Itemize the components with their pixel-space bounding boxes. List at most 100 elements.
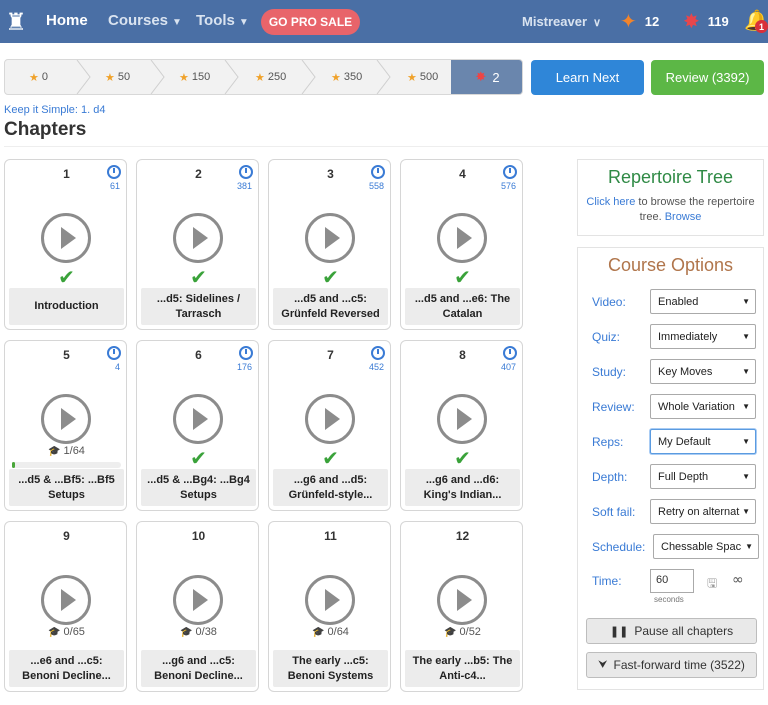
graduation-cap-icon: 🎓: [444, 627, 457, 638]
caret-down-icon: ▼: [745, 542, 753, 551]
star-icon: ★: [407, 70, 417, 84]
fast-forward-button[interactable]: ⮟ Fast-forward time (3522): [586, 652, 757, 678]
option-select[interactable]: My Default ▼: [650, 429, 756, 454]
nav-home[interactable]: Home: [46, 12, 88, 29]
option-select[interactable]: Full Depth ▼: [650, 464, 756, 489]
chapter-progress: 🎓 1/64: [5, 445, 128, 457]
chapter-card[interactable]: 10 🎓 0/38 ...g6 and ...c5: Benoni Decline..…: [136, 521, 259, 692]
play-icon[interactable]: [437, 394, 487, 444]
play-icon[interactable]: [41, 394, 91, 444]
points-stat[interactable]: ✸ 119: [683, 9, 729, 33]
chapter-number: 10: [191, 529, 206, 543]
seconds-label: seconds: [654, 595, 684, 604]
graduation-cap-icon: 🎓: [48, 627, 61, 638]
chapter-title: ...g6 and ...c5: Benoni Decline...: [141, 650, 256, 687]
chapter-count: 381: [236, 181, 252, 191]
play-icon[interactable]: [41, 213, 91, 263]
chapter-title: ...d5 & ...Bf5: ...Bf5 Setups: [9, 469, 124, 506]
play-icon[interactable]: [173, 394, 223, 444]
play-icon[interactable]: [305, 213, 355, 263]
step-label: 0: [41, 71, 48, 83]
chevron-down-icon: ∨: [593, 17, 602, 29]
chapter-card[interactable]: 7 452 ✔ ...g6 and ...d5: Grünfeld-style...: [268, 340, 391, 511]
repertoire-tree-text: Click here to browse the repertoire tree…: [578, 195, 763, 225]
option-select[interactable]: Whole Variation ▼: [650, 394, 756, 419]
chapter-number: 9: [63, 529, 70, 543]
clock-icon: [239, 346, 253, 360]
chapter-card[interactable]: 3 558 ✔ ...d5 and ...c5: Grünfeld Reversed: [268, 159, 391, 330]
chapter-card[interactable]: 9 🎓 0/65 ...e6 and ...c5: Benoni Decline...: [4, 521, 127, 692]
step-label: 150: [191, 71, 211, 83]
caret-down-icon: ▼: [742, 297, 750, 306]
save-icon[interactable]: 🖫: [707, 574, 717, 595]
progress-bar-track: [12, 462, 121, 468]
caret-down-icon: ▼: [238, 17, 249, 28]
option-select[interactable]: Immediately ▼: [650, 324, 756, 349]
top-nav: ♜ Home Courses ▼ Tools ▼ GO PRO SALE Mistr…: [0, 0, 768, 43]
step-label: 500: [419, 71, 439, 83]
option-select[interactable]: Chessable Spac ▼: [653, 534, 759, 559]
chapter-title: Introduction: [9, 288, 124, 325]
nav-courses[interactable]: Courses ▼: [108, 12, 182, 29]
option-value: Whole Variation: [658, 400, 735, 413]
option-label: Soft fail:: [592, 505, 636, 519]
chapter-count: 576: [500, 181, 516, 191]
chapter-card[interactable]: 6 176 ✔ ...d5 & ...Bg4: ...Bg4 Setups: [136, 340, 259, 511]
play-icon[interactable]: [437, 213, 487, 263]
time-input[interactable]: 60: [650, 569, 694, 593]
chapter-count: 61: [109, 181, 120, 191]
chapter-card[interactable]: 5 4 🎓 1/64 ...d5 & ...Bf5: ...Bf5 Setups: [4, 340, 127, 511]
option-select[interactable]: Key Moves ▼: [650, 359, 756, 384]
clock-icon: [503, 165, 517, 179]
play-icon[interactable]: [305, 394, 355, 444]
clock-icon: [503, 346, 517, 360]
fast-forward-label: Fast-forward time (3522): [613, 658, 745, 672]
chapter-card[interactable]: 2 381 ✔ ...d5: Sidelines / Tarrasch: [136, 159, 259, 330]
chapter-count: 407: [500, 362, 516, 372]
pause-all-button[interactable]: ❚❚ Pause all chapters: [586, 618, 757, 644]
chapter-title: ...g6 and ...d5: Grünfeld-style...: [273, 469, 388, 506]
star-icon: ★: [331, 70, 341, 84]
current-level-value: 2: [492, 69, 500, 85]
play-icon[interactable]: [305, 575, 355, 625]
chapter-title: ...g6 and ...d6: King's Indian...: [405, 469, 520, 506]
checkmark-icon: ✔: [454, 446, 471, 470]
option-select[interactable]: Retry on alternat ▼: [650, 499, 756, 524]
caret-down-icon: ▼: [742, 507, 750, 516]
checkmark-icon: ✔: [190, 446, 207, 470]
caret-down-icon: ▼: [172, 17, 182, 28]
play-icon[interactable]: [173, 575, 223, 625]
play-icon[interactable]: [41, 575, 91, 625]
caret-down-icon: ▼: [742, 472, 750, 481]
chess-rook-logo-icon[interactable]: ♜: [2, 0, 30, 43]
browse-link[interactable]: Browse: [665, 211, 702, 223]
chapter-card[interactable]: 8 407 ✔ ...g6 and ...d6: King's Indian...: [400, 340, 523, 511]
chapter-title: The early ...c5: Benoni Systems: [273, 650, 388, 687]
option-select[interactable]: Enabled ▼: [650, 289, 756, 314]
chapter-card[interactable]: 1 61 ✔ Introduction: [4, 159, 127, 330]
option-label: Video:: [592, 295, 626, 309]
step-250: ★ 250: [255, 60, 286, 94]
user-menu[interactable]: Mistreaver ∨: [522, 14, 601, 29]
option-value: Retry on alternat: [658, 505, 740, 518]
checkmark-icon: ✔: [190, 265, 207, 289]
nav-tools[interactable]: Tools ▼: [196, 12, 249, 29]
play-icon[interactable]: [437, 575, 487, 625]
progress-bar-fill: [12, 462, 15, 468]
infinity-icon[interactable]: ∞: [732, 572, 744, 588]
checkmark-icon: ✔: [454, 265, 471, 289]
chapter-card[interactable]: 11 🎓 0/64 The early ...c5: Benoni Systems: [268, 521, 391, 692]
chapter-card[interactable]: 4 576 ✔ ...d5 and ...e6: The Catalan: [400, 159, 523, 330]
click-here-link[interactable]: Click here: [586, 196, 635, 208]
clock-icon: [371, 346, 385, 360]
play-icon[interactable]: [173, 213, 223, 263]
chapter-title: ...d5 and ...c5: Grünfeld Reversed: [273, 288, 388, 325]
learn-next-button[interactable]: Learn Next: [531, 60, 644, 95]
chapter-card[interactable]: 12 🎓 0/52 The early ...b5: The Anti-c4...: [400, 521, 523, 692]
go-pro-button[interactable]: GO PRO SALE: [261, 9, 360, 35]
review-button[interactable]: Review (3392): [651, 60, 764, 95]
streak-stat[interactable]: ✦ 12: [620, 9, 659, 33]
breadcrumb[interactable]: Keep it Simple: 1. d4: [4, 104, 106, 116]
course-options-panel: Course Options Video: Enabled ▼ Quiz: Immedi…: [577, 247, 764, 690]
fast-forward-icon: ⮟: [598, 658, 608, 671]
